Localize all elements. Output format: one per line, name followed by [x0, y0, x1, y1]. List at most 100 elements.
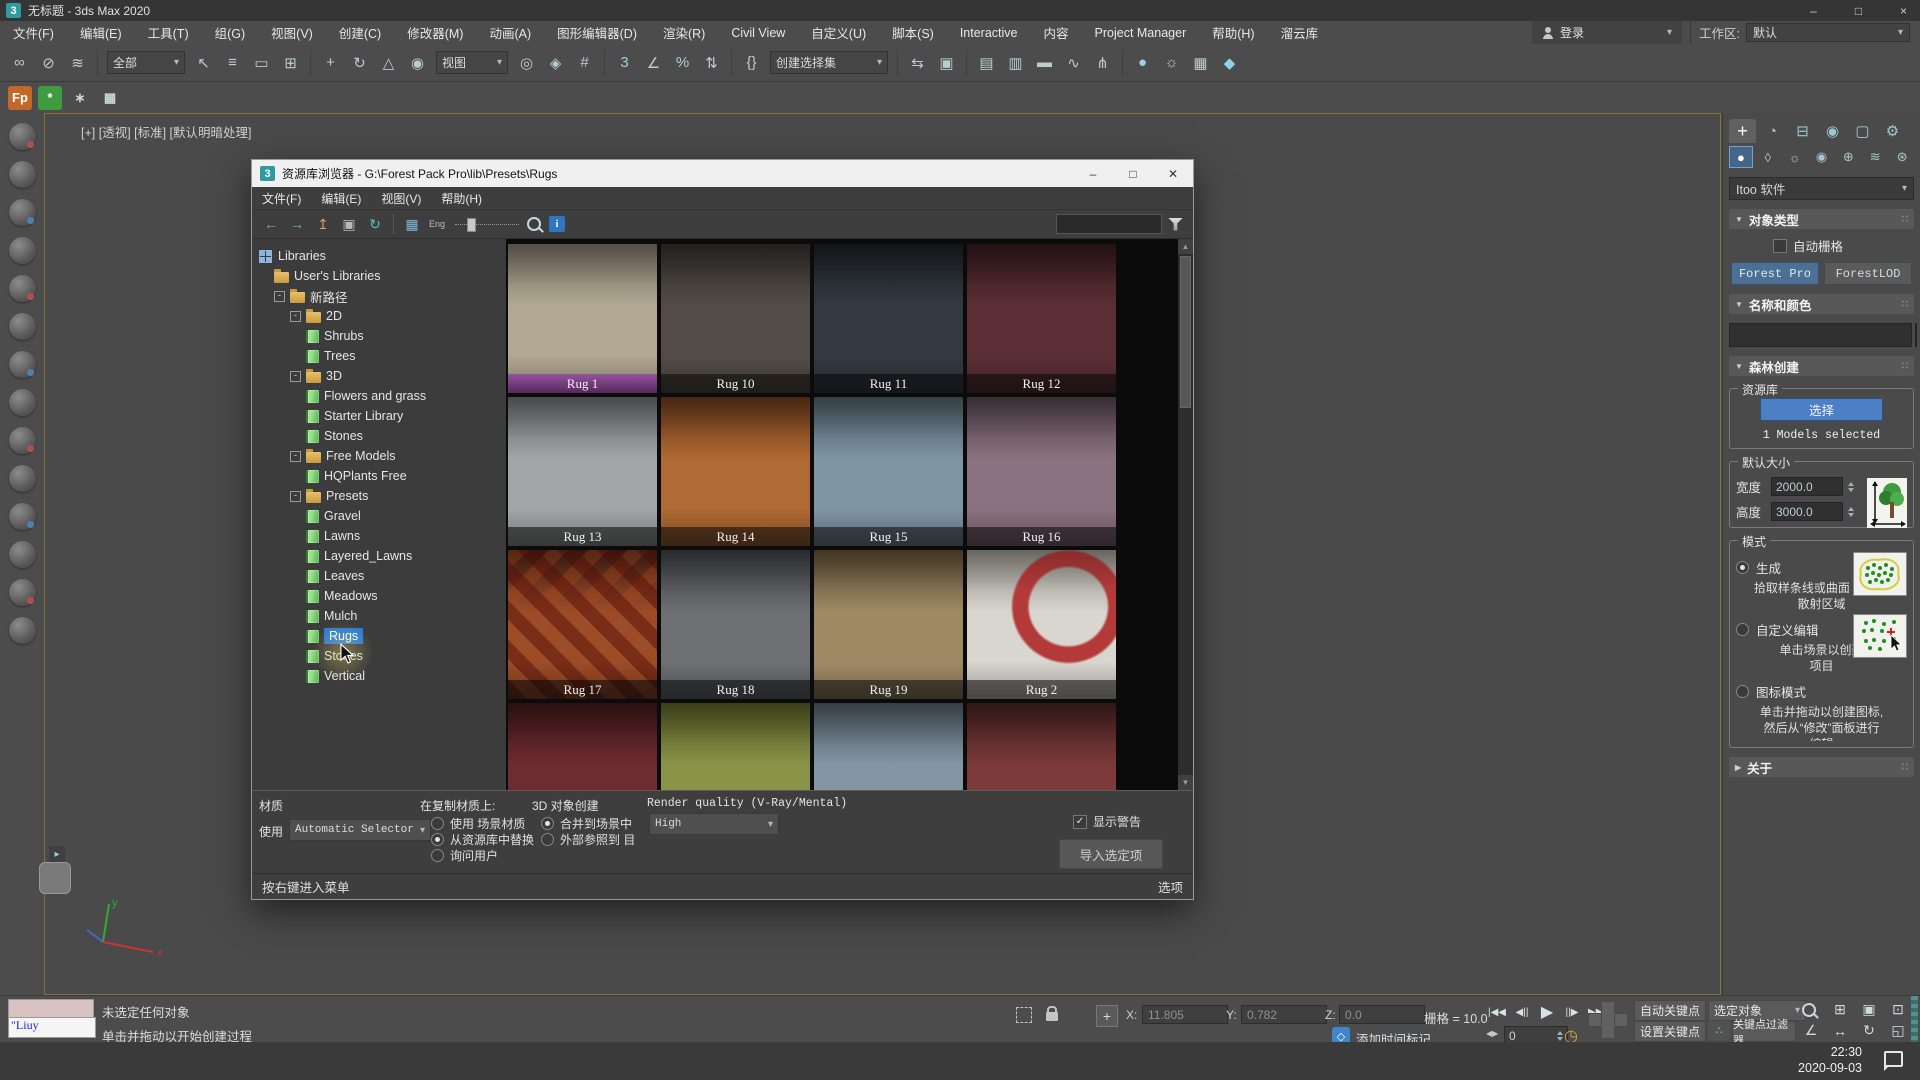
- rollout-name-color[interactable]: ▼ 名称和颜色 ∷: [1729, 294, 1914, 314]
- keyboard-override-icon[interactable]: #: [571, 49, 598, 77]
- rug-thumbnail[interactable]: [814, 703, 963, 790]
- tree-expander-icon[interactable]: -: [290, 491, 301, 502]
- tree-item[interactable]: Flowers and grass: [252, 386, 506, 406]
- import-selected-button[interactable]: 导入选定项: [1059, 839, 1163, 869]
- rug-thumbnail[interactable]: Rug 10: [661, 244, 810, 393]
- helpers-tab[interactable]: ⊕: [1836, 146, 1860, 168]
- rug-thumbnail[interactable]: Rug 15: [814, 397, 963, 546]
- create-tab[interactable]: +: [1729, 119, 1756, 143]
- maximize-button[interactable]: □: [1836, 0, 1881, 21]
- tree-item[interactable]: Libraries: [252, 246, 506, 266]
- set-key-button[interactable]: 设置关键点: [1634, 1021, 1706, 1042]
- select-object-icon[interactable]: ↖: [190, 49, 217, 77]
- key-step-icon[interactable]: ◀▶: [1486, 1029, 1498, 1038]
- tree-item[interactable]: Rugs: [252, 626, 506, 646]
- options-link[interactable]: 选项: [1158, 877, 1183, 896]
- scrollbar-thumb[interactable]: [1180, 256, 1191, 408]
- dialog-minimize-button[interactable]: –: [1073, 160, 1113, 187]
- minimize-button[interactable]: –: [1791, 0, 1836, 21]
- library-search-input[interactable]: [1056, 214, 1162, 234]
- tree-item[interactable]: User's Libraries: [252, 266, 506, 286]
- use-pivot-center-icon[interactable]: ◎: [513, 49, 540, 77]
- cylinder-primitive-icon[interactable]: [9, 237, 36, 264]
- named-selection-dropdown[interactable]: 创建选择集▾: [770, 51, 888, 74]
- radio-option[interactable]: 外部参照到 目: [541, 832, 635, 847]
- forest-green-icon[interactable]: *: [38, 86, 62, 110]
- tree-item[interactable]: Trees: [252, 346, 506, 366]
- menubar-item[interactable]: 编辑(E): [67, 21, 135, 44]
- tree-item[interactable]: Mulch: [252, 606, 506, 626]
- rug-thumbnail[interactable]: Rug 19: [814, 550, 963, 699]
- key-filters-button[interactable]: 关键点过滤器..: [1732, 1021, 1796, 1042]
- rug-thumbnail[interactable]: [967, 703, 1116, 790]
- teapot-primitive-icon[interactable]: [9, 389, 36, 416]
- menubar-item[interactable]: 内容: [1031, 21, 1082, 44]
- workspace-dropdown[interactable]: 默认 ▾: [1746, 23, 1910, 42]
- edit-selection-sets-icon[interactable]: {}: [738, 49, 765, 77]
- plane-primitive-icon[interactable]: [9, 503, 36, 530]
- new-key-icon[interactable]: ∴: [1708, 1021, 1730, 1040]
- transport-button[interactable]: |◀◀: [1486, 1002, 1508, 1022]
- notification-center-icon[interactable]: [1884, 1051, 1903, 1067]
- orbit-icon[interactable]: ↻: [1858, 1021, 1880, 1040]
- display-tab[interactable]: ▢: [1849, 119, 1876, 143]
- tree-item[interactable]: Layered_Lawns: [252, 546, 506, 566]
- auto-key-button[interactable]: 自动关键点: [1634, 1000, 1706, 1021]
- menubar-item[interactable]: 帮助(H): [1199, 21, 1267, 44]
- macro-recorder-field[interactable]: [8, 999, 94, 1019]
- select-tool-icon[interactable]: [9, 123, 36, 150]
- spinner-snap-icon[interactable]: ⇅: [698, 49, 725, 77]
- dialog-menu-item[interactable]: 文件(F): [252, 190, 311, 207]
- rollout-about[interactable]: ▶ 关于 ∷: [1729, 757, 1914, 777]
- transport-button[interactable]: ||▶: [1561, 1002, 1583, 1022]
- menubar-item[interactable]: 渲染(R): [650, 21, 718, 44]
- rug-thumbnail[interactable]: Rug 11: [814, 244, 963, 393]
- fov-icon[interactable]: ∠: [1800, 1021, 1822, 1040]
- width-field[interactable]: 2000.0: [1771, 477, 1843, 496]
- tree-item[interactable]: Stones: [252, 646, 506, 666]
- material-tool-icon[interactable]: [9, 579, 36, 606]
- select-by-name-icon[interactable]: ≡: [219, 49, 246, 77]
- refresh-icon[interactable]: ↻: [364, 213, 386, 235]
- zoom-extents-icon[interactable]: ▣: [1858, 1000, 1880, 1019]
- dialog-titlebar[interactable]: 3 资源库浏览器 - G:\Forest Pack Pro\lib\Preset…: [252, 160, 1193, 187]
- object-type-button[interactable]: Forest Pro: [1731, 262, 1819, 285]
- systems-tab[interactable]: ⊛: [1890, 146, 1914, 168]
- mode-option[interactable]: 生成: [1736, 558, 1907, 577]
- tree-expander-icon[interactable]: -: [290, 371, 301, 382]
- tree-expander-icon[interactable]: -: [290, 311, 301, 322]
- shapes-tab[interactable]: ◊: [1756, 146, 1780, 168]
- save-icon[interactable]: ▣: [338, 213, 360, 235]
- geosphere-primitive-icon[interactable]: [9, 313, 36, 340]
- cone-primitive-icon[interactable]: [9, 427, 36, 454]
- zoom-region-icon[interactable]: ⊡: [1887, 1000, 1909, 1019]
- sphere-primitive-icon[interactable]: [9, 275, 36, 302]
- pyramid-primitive-icon[interactable]: [9, 541, 36, 568]
- slider-handle[interactable]: [467, 218, 476, 232]
- tree-item[interactable]: Gravel: [252, 506, 506, 526]
- clock-date[interactable]: 2020-09-03: [1752, 1061, 1862, 1075]
- tree-item[interactable]: Starter Library: [252, 406, 506, 426]
- rectangular-selection-icon[interactable]: ▭: [248, 49, 275, 77]
- tree-item[interactable]: Meadows: [252, 586, 506, 606]
- z-coordinate-field[interactable]: 0.0: [1339, 1005, 1425, 1024]
- rug-thumbnail[interactable]: Rug 2: [967, 550, 1116, 699]
- object-color-swatch[interactable]: [1915, 323, 1917, 347]
- tree-item[interactable]: -3D: [252, 366, 506, 386]
- rug-thumbnail[interactable]: Rug 1: [508, 244, 657, 393]
- select-model-button[interactable]: 选择: [1760, 398, 1883, 421]
- modify-tab[interactable]: ◔: [1759, 119, 1786, 143]
- radio-option[interactable]: 从资源库中替换: [431, 832, 534, 847]
- vertical-scrollbar[interactable]: ▲ ▼: [1178, 239, 1193, 790]
- cameras-tab[interactable]: ◉: [1810, 146, 1834, 168]
- lights-tab[interactable]: ☼: [1783, 146, 1807, 168]
- tree-item[interactable]: Lawns: [252, 526, 506, 546]
- dialog-close-button[interactable]: ✕: [1153, 160, 1193, 187]
- utilities-tab[interactable]: ⚙: [1879, 119, 1906, 143]
- menubar-item[interactable]: 创建(C): [326, 21, 394, 44]
- window-crossing-icon[interactable]: ⊞: [277, 49, 304, 77]
- pan-hand-icon[interactable]: ↔: [1829, 1021, 1851, 1040]
- rug-thumbnail[interactable]: Rug 16: [967, 397, 1116, 546]
- plus-tool-button[interactable]: [1588, 1001, 1628, 1039]
- paint-deform-icon[interactable]: [9, 161, 36, 188]
